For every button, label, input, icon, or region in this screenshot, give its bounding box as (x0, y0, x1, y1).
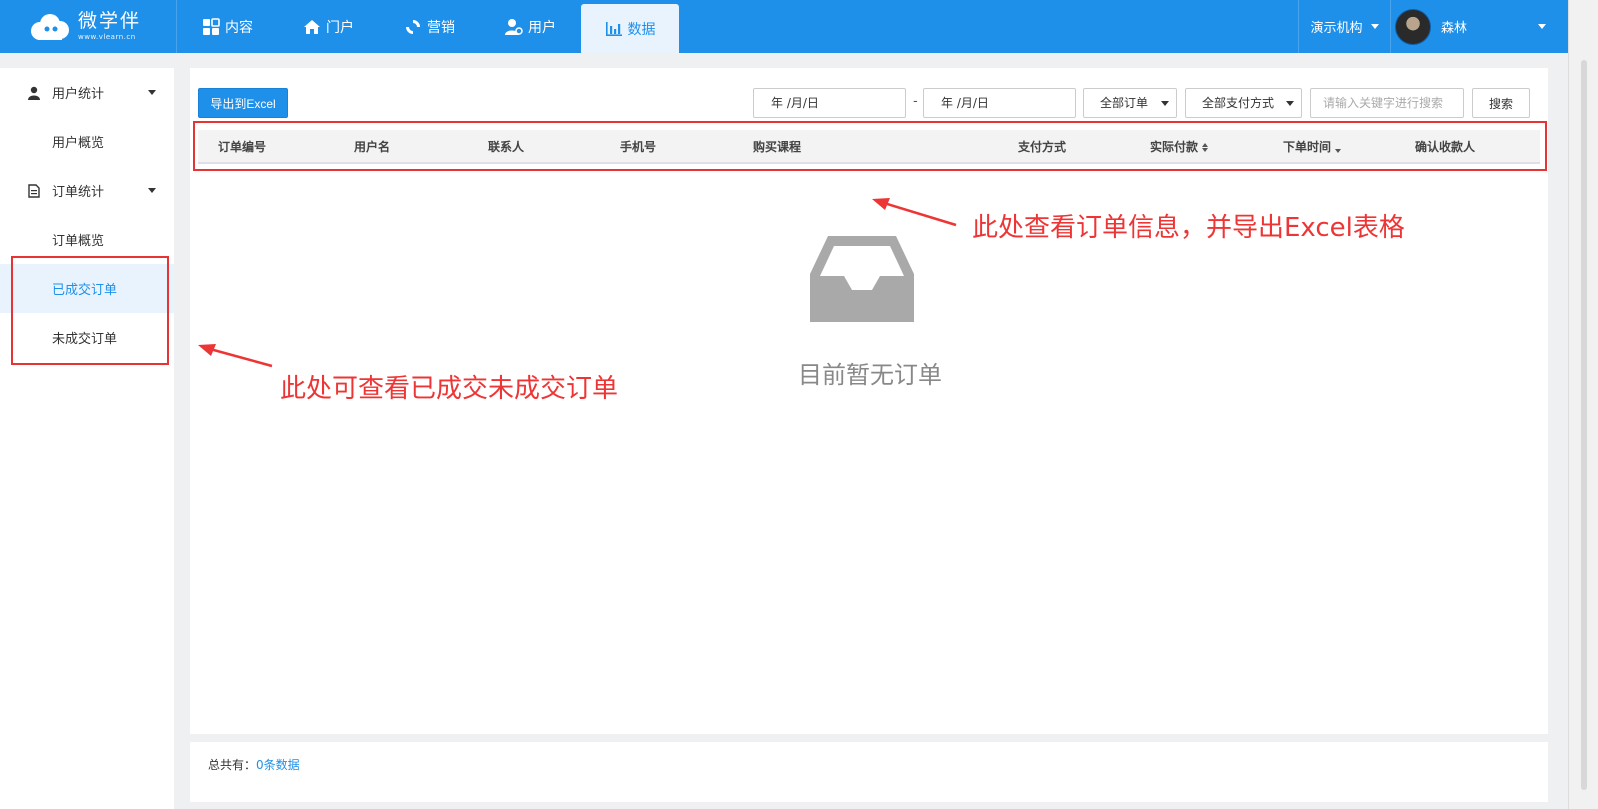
sidebar: 用户统计 用户概览 订单统计 订单概览 已成交订单 未成交订单 (0, 68, 174, 809)
payment-method-select[interactable]: 全部支付方式 (1185, 88, 1302, 118)
chevron-down-icon (1286, 101, 1294, 106)
total-count: 总共有：0条数据 (208, 756, 300, 773)
annotation-sidebar-note: 此处可查看已成交未成交订单 (280, 374, 619, 404)
chevron-down-icon (1538, 24, 1546, 29)
sidebar-group-user-stats[interactable]: 用户统计 (0, 68, 174, 117)
sidebar-item-label: 订单概览 (52, 234, 105, 249)
org-name: 演示机构 (1310, 21, 1363, 36)
user-menu[interactable]: 森林 (1390, 0, 1568, 53)
top-navbar: 微学伴 www.vlearn.cn 内容 门户 营销 用户 数据 演示机构 森林 (0, 0, 1568, 53)
start-date-input[interactable]: 年 /月/日 (753, 88, 906, 118)
nav-portal[interactable]: 门户 (278, 0, 379, 53)
annotation-box-table (193, 121, 1547, 171)
toolbar: 导出到Excel 年 /月/日 - 年 /月/日 全部订单 全部支付方式 请输入… (198, 88, 1540, 118)
nav-portal-label: 门户 (326, 19, 354, 36)
annotation-table-note: 此处查看订单信息，并导出Excel表格 (972, 213, 1405, 243)
home-icon (304, 19, 320, 34)
search-input[interactable]: 请输入关键字进行搜索 (1310, 88, 1464, 118)
annotation-arrow-icon (872, 198, 957, 227)
user-name: 森林 (1441, 21, 1468, 36)
chevron-down-icon (148, 188, 156, 193)
total-value: 0条数据 (256, 758, 300, 772)
sidebar-item-label: 用户概览 (52, 136, 105, 151)
nav-marketing-label: 营销 (427, 19, 455, 36)
main-panel: 导出到Excel 年 /月/日 - 年 /月/日 全部订单 全部支付方式 请输入… (190, 68, 1548, 734)
order-type-select[interactable]: 全部订单 (1083, 88, 1177, 118)
logo[interactable]: 微学伴 www.vlearn.cn (0, 0, 176, 53)
export-excel-button[interactable]: 导出到Excel (198, 88, 288, 118)
user-gear-icon (505, 18, 523, 35)
logo-url: www.vlearn.cn (78, 33, 136, 41)
sidebar-item-user-overview[interactable]: 用户概览 (0, 117, 174, 166)
total-label: 总共有： (208, 758, 257, 772)
date-separator: - (913, 94, 918, 109)
document-icon (28, 183, 40, 198)
annotation-arrow-icon (198, 344, 273, 368)
annotation-box-sidebar (11, 256, 169, 365)
refresh-icon (406, 19, 420, 34)
nav-content[interactable]: 内容 (177, 0, 278, 53)
grid-icon (203, 17, 220, 35)
nav-data[interactable]: 数据 (581, 4, 679, 53)
order-type-value: 全部订单 (1100, 96, 1149, 110)
sidebar-group-label: 用户统计 (52, 87, 105, 102)
person-icon (28, 86, 40, 100)
scrollbar-thumb[interactable] (1581, 60, 1587, 790)
chevron-down-icon (1161, 101, 1169, 106)
sidebar-group-order-stats[interactable]: 订单统计 (0, 166, 174, 215)
avatar (1395, 8, 1431, 45)
bar-chart-icon (605, 21, 622, 36)
org-switcher[interactable]: 演示机构 (1298, 0, 1390, 53)
empty-inbox-icon (810, 236, 914, 322)
sidebar-group-label: 订单统计 (52, 185, 105, 200)
page-scrollbar[interactable] (1568, 0, 1598, 809)
chevron-down-icon (148, 90, 156, 95)
payment-method-value: 全部支付方式 (1202, 96, 1275, 110)
search-button[interactable]: 搜索 (1472, 88, 1530, 118)
end-date-input[interactable]: 年 /月/日 (923, 88, 1076, 118)
logo-text: 微学伴 (78, 10, 142, 32)
chevron-down-icon (1370, 24, 1379, 29)
nav-users[interactable]: 用户 (480, 0, 581, 53)
main-nav: 内容 门户 营销 用户 数据 (176, 0, 679, 53)
footer: 总共有：0条数据 (190, 742, 1548, 802)
nav-users-label: 用户 (528, 19, 556, 36)
nav-content-label: 内容 (225, 19, 253, 36)
empty-message: 目前暂无订单 (798, 361, 942, 389)
cloud-logo-icon (31, 13, 69, 40)
nav-marketing[interactable]: 营销 (379, 0, 480, 53)
nav-data-label: 数据 (627, 21, 656, 38)
